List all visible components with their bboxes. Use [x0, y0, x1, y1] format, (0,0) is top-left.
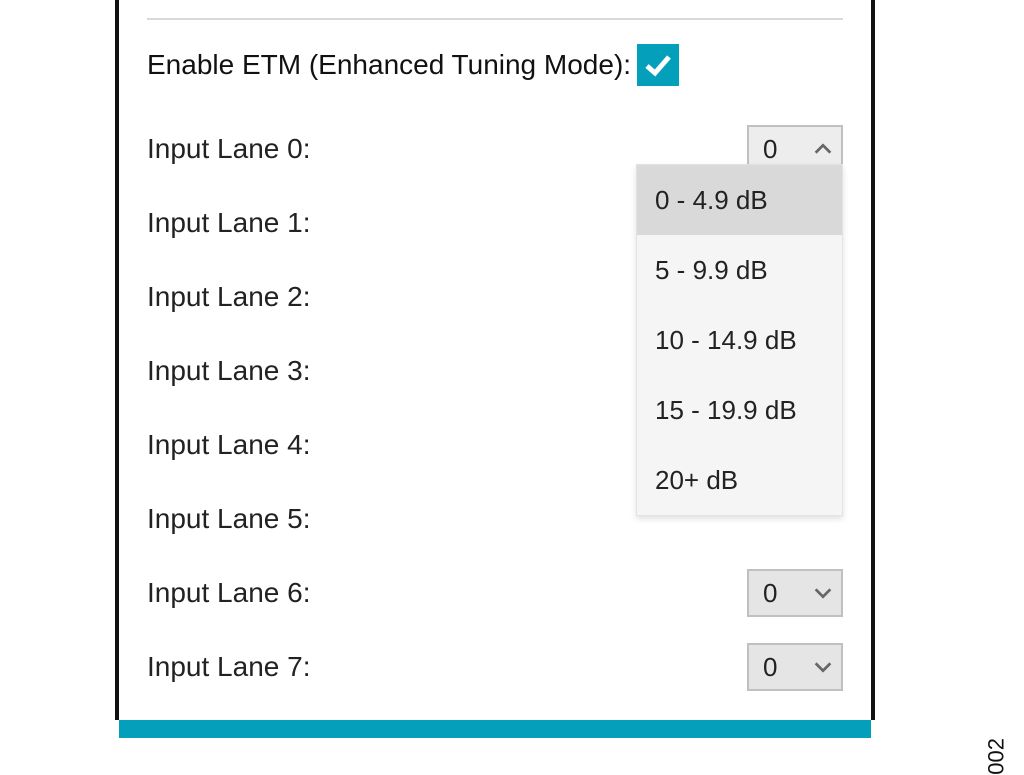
- lane-label: Input Lane 3:: [147, 355, 310, 387]
- lane-label: Input Lane 4:: [147, 429, 310, 461]
- lane-row-7: Input Lane 7: 0: [147, 630, 843, 704]
- lane-label: Input Lane 0:: [147, 133, 310, 165]
- etm-checkbox[interactable]: [637, 44, 679, 86]
- lane-label: Input Lane 2:: [147, 281, 310, 313]
- lane-label: Input Lane 6:: [147, 577, 310, 609]
- lane-select-dropdown[interactable]: 0 - 4.9 dB 5 - 9.9 dB 10 - 14.9 dB 15 - …: [636, 164, 843, 516]
- dropdown-option[interactable]: 10 - 14.9 dB: [637, 305, 842, 375]
- chevron-up-icon: [805, 138, 841, 160]
- chevron-down-icon: [805, 656, 841, 678]
- dropdown-option[interactable]: 20+ dB: [637, 445, 842, 515]
- checkmark-icon: [642, 49, 674, 81]
- chevron-down-icon: [805, 582, 841, 604]
- lane-row-6: Input Lane 6: 0: [147, 556, 843, 630]
- lane-select-6[interactable]: 0: [747, 569, 843, 617]
- lane-label: Input Lane 5:: [147, 503, 310, 535]
- dropdown-option[interactable]: 15 - 19.9 dB: [637, 375, 842, 445]
- lane-label: Input Lane 1:: [147, 207, 310, 239]
- lane-select-value: 0: [749, 578, 805, 609]
- figure-code: 002: [984, 738, 1010, 775]
- etm-label: Enable ETM (Enhanced Tuning Mode):: [147, 49, 631, 81]
- dropdown-option[interactable]: 0 - 4.9 dB: [637, 165, 842, 235]
- lane-select-7[interactable]: 0: [747, 643, 843, 691]
- lane-select-value: 0: [749, 134, 805, 165]
- settings-panel: Enable ETM (Enhanced Tuning Mode): Input…: [115, 0, 875, 720]
- lane-label: Input Lane 7:: [147, 651, 310, 683]
- lane-select-value: 0: [749, 652, 805, 683]
- etm-row: Enable ETM (Enhanced Tuning Mode):: [147, 44, 843, 86]
- dropdown-option[interactable]: 5 - 9.9 dB: [637, 235, 842, 305]
- accent-bar: [119, 720, 871, 738]
- section-divider: [147, 18, 843, 20]
